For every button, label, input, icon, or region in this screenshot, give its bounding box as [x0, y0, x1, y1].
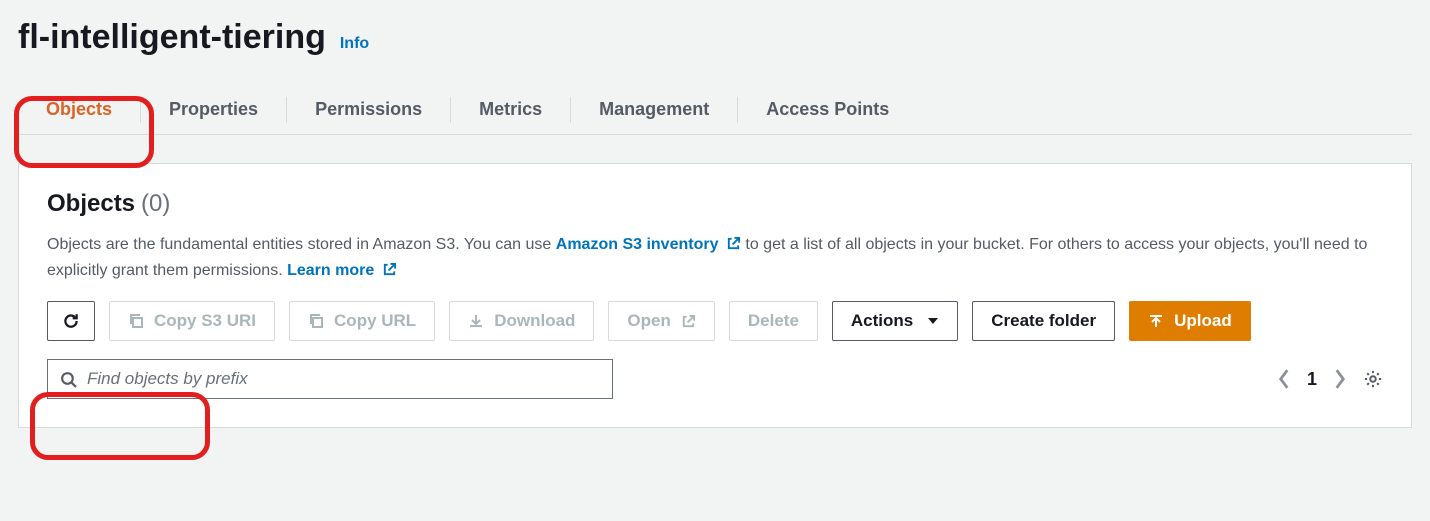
delete-button: Delete — [729, 301, 818, 341]
open-button: Open — [608, 301, 714, 341]
tab-permissions[interactable]: Permissions — [287, 85, 450, 134]
actions-button[interactable]: Actions — [832, 301, 958, 341]
search-icon — [60, 371, 77, 388]
external-link-icon — [681, 314, 696, 329]
toolbar: Copy S3 URI Copy URL Download Open Delet… — [47, 301, 1383, 341]
objects-panel: Objects (0) Objects are the fundamental … — [18, 163, 1412, 428]
tab-objects[interactable]: Objects — [18, 85, 140, 134]
page-number: 1 — [1307, 369, 1317, 390]
tab-management[interactable]: Management — [571, 85, 737, 134]
search-input[interactable] — [87, 369, 600, 389]
button-label: Copy S3 URI — [154, 311, 256, 331]
create-folder-button[interactable]: Create folder — [972, 301, 1115, 341]
tab-access-points[interactable]: Access Points — [738, 85, 917, 134]
info-link[interactable]: Info — [340, 35, 369, 53]
inventory-link[interactable]: Amazon S3 inventory — [556, 236, 746, 253]
settings-button[interactable] — [1363, 369, 1383, 389]
upload-button[interactable]: Upload — [1129, 301, 1251, 341]
page-title: fl-intelligent-tiering — [18, 18, 326, 57]
button-label: Create folder — [991, 311, 1096, 331]
button-label: Delete — [748, 311, 799, 331]
copy-icon — [128, 313, 144, 329]
desc-text: Objects are the fundamental entities sto… — [47, 236, 556, 253]
pagination: 1 — [1277, 368, 1383, 390]
caret-down-icon — [927, 315, 939, 327]
learn-more-link-label: Learn more — [287, 262, 374, 279]
upload-icon — [1148, 313, 1164, 329]
learn-more-link[interactable]: Learn more — [287, 262, 397, 279]
panel-count: (0) — [141, 190, 170, 218]
button-label: Download — [494, 311, 575, 331]
tab-bar: Objects Properties Permissions Metrics M… — [18, 85, 1412, 135]
copy-url-button: Copy URL — [289, 301, 435, 341]
prev-page-button[interactable] — [1277, 368, 1291, 390]
button-label: Upload — [1174, 311, 1232, 331]
refresh-button[interactable] — [47, 301, 95, 341]
button-label: Copy URL — [334, 311, 416, 331]
copy-s3-uri-button: Copy S3 URI — [109, 301, 275, 341]
refresh-icon — [62, 312, 80, 330]
external-link-icon — [382, 262, 397, 277]
copy-icon — [308, 313, 324, 329]
button-label: Open — [627, 311, 670, 331]
inventory-link-label: Amazon S3 inventory — [556, 236, 719, 253]
gear-icon — [1363, 369, 1383, 389]
search-input-wrapper[interactable] — [47, 359, 613, 399]
download-icon — [468, 313, 484, 329]
next-page-button[interactable] — [1333, 368, 1347, 390]
tab-metrics[interactable]: Metrics — [451, 85, 570, 134]
panel-title: Objects — [47, 190, 135, 218]
download-button: Download — [449, 301, 594, 341]
external-link-icon — [726, 236, 741, 251]
panel-description: Objects are the fundamental entities sto… — [47, 232, 1383, 283]
tab-properties[interactable]: Properties — [141, 85, 286, 134]
button-label: Actions — [851, 311, 913, 331]
